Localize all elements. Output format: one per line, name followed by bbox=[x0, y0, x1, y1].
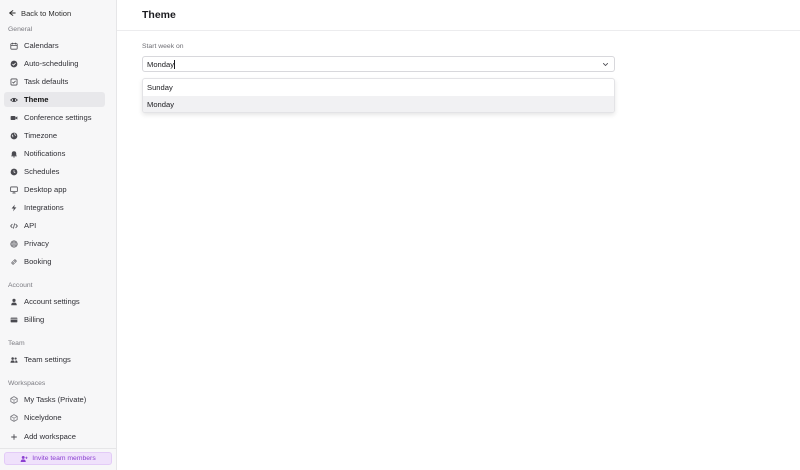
sidebar-item-integrations[interactable]: Integrations bbox=[4, 200, 105, 215]
bell-icon bbox=[10, 150, 18, 158]
sidebar-item-label: Add workspace bbox=[24, 432, 76, 441]
bolt-icon bbox=[10, 204, 18, 212]
sidebar-item-timezone[interactable]: Timezone bbox=[4, 128, 105, 143]
sidebar-item-label: Notifications bbox=[24, 149, 66, 158]
page-title: Theme bbox=[142, 9, 176, 21]
sidebar-item-account-settings[interactable]: Account settings bbox=[4, 294, 105, 309]
text-cursor bbox=[174, 59, 176, 69]
section-label-workspaces: Workspaces bbox=[8, 380, 46, 387]
start-week-value: Monday bbox=[147, 59, 175, 69]
section-label-account: Account bbox=[8, 282, 33, 289]
invite-label: Invite team members bbox=[32, 455, 96, 462]
sidebar-item-label: API bbox=[24, 221, 37, 230]
back-label: Back to Motion bbox=[21, 8, 72, 18]
invite-team-members-button[interactable]: Invite team members bbox=[4, 452, 112, 465]
sidebar-item-conference-settings[interactable]: Conference settings bbox=[4, 110, 105, 125]
sidebar-item-calendars[interactable]: Calendars bbox=[4, 38, 105, 53]
section-label-team: Team bbox=[8, 340, 25, 347]
sidebar-item-billing[interactable]: Billing bbox=[4, 312, 105, 327]
sidebar-item-label: Timezone bbox=[24, 131, 58, 140]
sidebar-item-label: Billing bbox=[24, 315, 45, 324]
arrow-left-icon bbox=[9, 10, 16, 16]
workspace-icon bbox=[10, 413, 18, 422]
fingerprint-icon bbox=[10, 239, 18, 248]
sidebar-item-label: Theme bbox=[24, 95, 49, 104]
sidebar-item-label: Nicelydone bbox=[24, 413, 62, 422]
sidebar-item-label: Integrations bbox=[24, 203, 64, 212]
option-monday[interactable]: Monday bbox=[143, 96, 614, 112]
sidebar-item-label: Account settings bbox=[24, 297, 80, 306]
task-icon bbox=[10, 78, 18, 86]
eye-icon bbox=[10, 96, 18, 104]
chevron-down-icon bbox=[602, 63, 609, 67]
start-week-label: Start week on bbox=[142, 43, 184, 50]
sidebar-item-label: Auto-scheduling bbox=[24, 59, 79, 68]
workspace-icon bbox=[10, 395, 18, 404]
video-icon bbox=[10, 114, 18, 122]
start-week-dropdown: Sunday Monday bbox=[142, 78, 615, 113]
clock-icon bbox=[10, 168, 18, 176]
sidebar-item-desktop-app[interactable]: Desktop app bbox=[4, 182, 105, 197]
sidebar-item-add-workspace[interactable]: Add workspace bbox=[4, 429, 105, 444]
user-icon bbox=[10, 298, 18, 306]
sidebar: Back to Motion General Calendars Auto-sc… bbox=[0, 0, 117, 470]
sidebar-item-notifications[interactable]: Notifications bbox=[4, 146, 105, 161]
back-to-motion-link[interactable]: Back to Motion bbox=[8, 7, 71, 19]
sidebar-item-label: Desktop app bbox=[24, 185, 67, 194]
sidebar-divider bbox=[0, 448, 117, 449]
sidebar-item-label: Task defaults bbox=[24, 77, 69, 86]
section-label-general: General bbox=[8, 26, 33, 33]
sidebar-item-my-tasks-private[interactable]: My Tasks (Private) bbox=[4, 392, 105, 407]
sidebar-item-team-settings[interactable]: Team settings bbox=[4, 352, 105, 367]
link-icon bbox=[10, 258, 18, 266]
sidebar-item-label: Schedules bbox=[24, 167, 60, 176]
sidebar-item-label: Team settings bbox=[24, 355, 71, 364]
option-sunday[interactable]: Sunday bbox=[143, 79, 614, 96]
sidebar-item-auto-scheduling[interactable]: Auto-scheduling bbox=[4, 56, 105, 71]
user-plus-icon bbox=[20, 455, 28, 462]
sidebar-item-label: Privacy bbox=[24, 239, 49, 248]
sidebar-item-label: Booking bbox=[24, 257, 52, 266]
header-divider bbox=[117, 30, 800, 31]
main-content: Theme Start week on Monday Sunday Monday bbox=[117, 0, 800, 470]
users-icon bbox=[10, 356, 18, 364]
sidebar-item-api[interactable]: API bbox=[4, 218, 105, 233]
plus-icon bbox=[10, 433, 18, 441]
sidebar-item-label: My Tasks (Private) bbox=[24, 395, 87, 404]
start-week-select[interactable]: Monday bbox=[142, 56, 615, 72]
check-circle-icon bbox=[10, 60, 18, 68]
sidebar-item-nicelydone[interactable]: Nicelydone bbox=[4, 410, 105, 425]
code-icon bbox=[10, 222, 18, 230]
sidebar-item-privacy[interactable]: Privacy bbox=[4, 236, 105, 251]
sidebar-item-label: Conference settings bbox=[24, 113, 92, 122]
sidebar-item-theme[interactable]: Theme bbox=[4, 92, 105, 107]
globe-icon bbox=[10, 132, 18, 140]
sidebar-item-task-defaults[interactable]: Task defaults bbox=[4, 74, 105, 89]
sidebar-item-label: Calendars bbox=[24, 41, 59, 50]
card-icon bbox=[10, 316, 18, 324]
calendar-icon bbox=[10, 42, 18, 50]
monitor-icon bbox=[10, 186, 18, 194]
sidebar-item-schedules[interactable]: Schedules bbox=[4, 164, 105, 179]
sidebar-item-booking[interactable]: Booking bbox=[4, 254, 105, 269]
